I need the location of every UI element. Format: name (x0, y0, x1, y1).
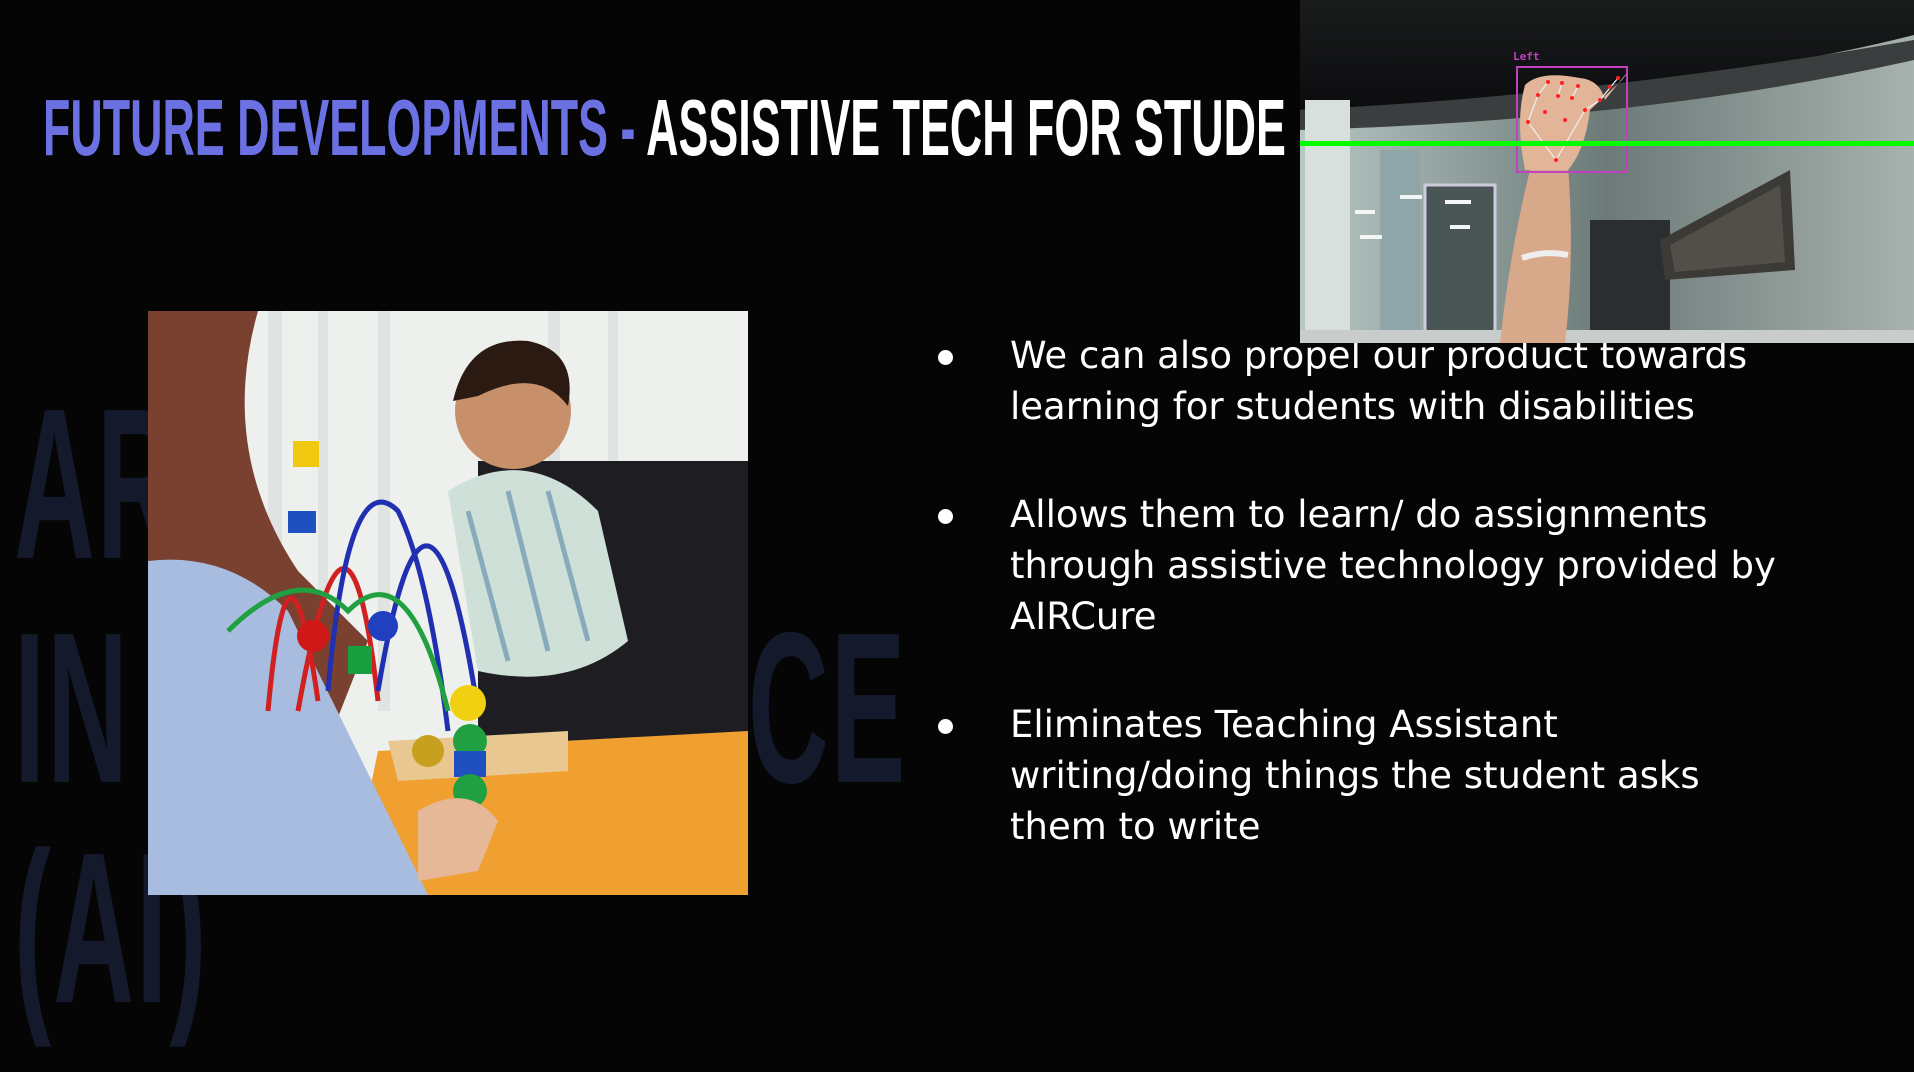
bullet-item: We can also propel our product towards l… (938, 330, 1778, 432)
title-main: ASSISTIVE TECH FOR STUDE (646, 83, 1286, 172)
bullet-dot (938, 509, 953, 524)
bullet-list: We can also propel our product towards l… (938, 330, 1778, 909)
bullet-text: Eliminates Teaching Assistant writing/do… (1010, 703, 1700, 848)
title-accent: FUTURE DEVELOPMENTS - (43, 83, 647, 172)
student-photo (148, 311, 748, 895)
slide-title: FUTURE DEVELOPMENTS - ASSISTIVE TECH FOR… (43, 88, 1286, 168)
watermark-line-2: IN (14, 587, 130, 828)
watermark-line-2-end: CE (748, 587, 908, 828)
bullet-text: Allows them to learn/ do assignments thr… (1010, 493, 1776, 638)
hand-label: Left (1513, 50, 1540, 63)
bullet-item: Eliminates Teaching Assistant writing/do… (938, 699, 1778, 852)
guide-line (1300, 141, 1914, 146)
bullet-item: Allows them to learn/ do assignments thr… (938, 489, 1778, 642)
bullet-dot (938, 350, 953, 365)
bullet-dot (938, 719, 953, 734)
webcam-overlay: Left (1300, 0, 1914, 343)
bullet-text: We can also propel our product towards l… (1010, 334, 1748, 428)
